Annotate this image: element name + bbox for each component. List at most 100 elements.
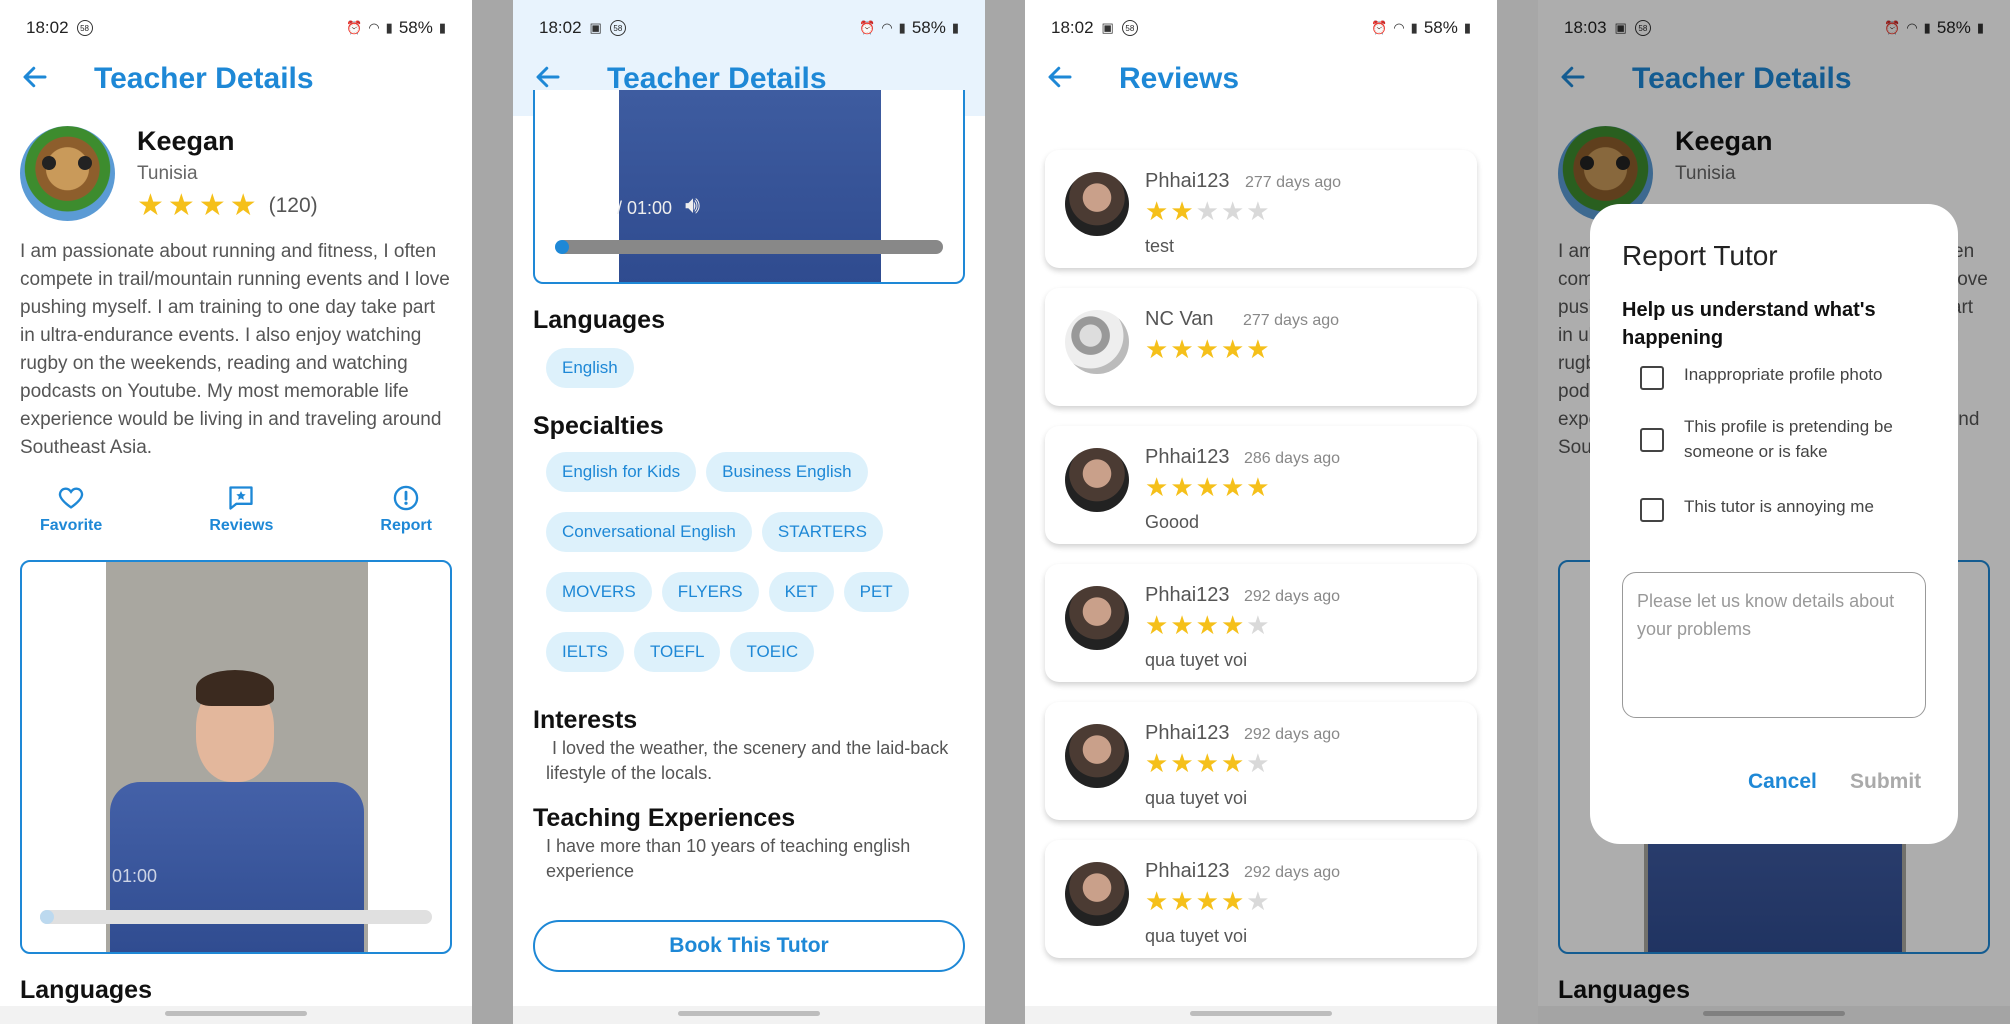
dialog-subtitle: Help us understand what's happening [1622, 299, 1876, 349]
status-bar: 18:02 58 ⏰ ◠ ▮ 58% ▮ [0, 0, 472, 56]
battery-icon: ▮ [951, 20, 959, 35]
video-progress-track[interactable] [557, 240, 943, 254]
video-progress-track[interactable] [40, 910, 432, 924]
screen-reviews: 18:02 ▣ 58 ⏰ ◠ ▮ 58% ▮ Reviews Phhai123 277 day… [1025, 0, 1497, 1024]
option-label: Inappropriate profile photo [1684, 365, 1883, 384]
signal-icon: ▮ [898, 20, 906, 35]
star-icon: ★ [1195, 472, 1219, 502]
report-details-input[interactable]: Please let us know details about your pr… [1622, 572, 1926, 718]
teacher-name: Keegan [137, 126, 235, 156]
review-card: Phhai123 277 days ago ★ ★ ★ ★ ★ test [1045, 150, 1477, 268]
star-icon: ★ [198, 189, 226, 222]
battery-percent: 58% [1423, 18, 1458, 37]
video-player[interactable]: / 01:00 🔊︎ [533, 90, 965, 284]
video-progress-thumb[interactable] [555, 240, 569, 254]
review-stars: ★ ★ ★ ★ ★ [1145, 888, 1270, 914]
star-icon: ★ [1170, 472, 1194, 502]
star-icon: ★ [1220, 196, 1245, 226]
page-title: Teacher Details [607, 62, 827, 95]
review-text: qua tuyet voi [1145, 926, 1248, 946]
specialty-chip: MOVERS [546, 572, 652, 612]
star-icon: ★ [1220, 748, 1245, 778]
review-text: qua tuyet voi [1145, 788, 1248, 808]
review-card: Phhai123 286 days ago ★ ★ ★ ★ ★ Goood [1045, 426, 1477, 544]
checkbox[interactable] [1640, 498, 1664, 522]
video-player[interactable]: 01:00 [20, 560, 452, 954]
star-icon: ★ [1145, 886, 1169, 916]
star-icon: ★ [229, 189, 257, 222]
volume-icon[interactable]: 🔊︎ [685, 192, 700, 220]
book-tutor-button[interactable]: Book This Tutor [533, 920, 965, 972]
specialty-chip: TOEIC [730, 632, 815, 672]
report-button[interactable]: Report [380, 484, 432, 535]
submit-button[interactable]: Submit [1850, 770, 1921, 794]
review-card: Phhai123 292 days ago ★ ★ ★ ★ ★ qua tuyet voi [1045, 840, 1477, 958]
video-progress-thumb[interactable] [40, 910, 54, 924]
report-option-annoying[interactable]: This tutor is annoying me [1640, 494, 1934, 522]
arrow-left-icon [536, 66, 560, 88]
report-option-inappropriate-photo[interactable]: Inappropriate profile photo [1640, 362, 1934, 390]
specialty-chip: TOEFL [633, 632, 721, 672]
review-text: Goood [1145, 512, 1200, 532]
star-icon: ★ [1170, 196, 1194, 226]
page-title: Reviews [1119, 62, 1240, 95]
review-text: test [1145, 236, 1175, 256]
star-icon: ★ [1246, 748, 1270, 778]
experience-heading: Teaching Experiences [533, 804, 796, 832]
wifi-icon: ◠ [368, 20, 380, 35]
star-icon: ★ [1195, 610, 1219, 640]
specialties-list: English for Kids Business English Conver… [546, 452, 966, 672]
avatar [20, 126, 115, 221]
reviewer-name: Phhai123 [1145, 446, 1230, 468]
checkbox[interactable] [1640, 428, 1664, 452]
wifi-icon: ◠ [881, 20, 893, 35]
arrow-left-icon [1048, 66, 1072, 88]
interests-text: I loved the weather, the scenery and the… [546, 738, 949, 783]
back-button[interactable] [533, 62, 567, 96]
review-card: Phhai123 292 days ago ★ ★ ★ ★ ★ qua tuyet voi [1045, 564, 1477, 682]
alarm-icon: ⏰ [1371, 20, 1388, 35]
favorite-button[interactable]: Favorite [40, 484, 102, 535]
back-button[interactable] [1045, 62, 1079, 96]
reviews-label: Reviews [209, 517, 274, 534]
video-time: 01:00 [112, 866, 158, 886]
battery-percent: 58% [398, 18, 433, 37]
back-button[interactable] [20, 62, 54, 96]
review-stars: ★ ★ ★ ★ ★ [1145, 336, 1270, 362]
teacher-bio: I am passionate about running and fitnes… [20, 241, 450, 458]
wifi-icon: ◠ [1393, 20, 1405, 35]
star-icon: ★ [1246, 472, 1270, 502]
reviewer-avatar [1065, 310, 1129, 374]
signal-icon: ▮ [385, 20, 393, 35]
teacher-header: Keegan Tunisia ★ ★ ★ ★ (120) [20, 126, 318, 221]
reviewer-avatar [1065, 724, 1129, 788]
report-dialog: Report Tutor Help us understand what's h… [1590, 204, 1958, 844]
language-chip: English [546, 348, 634, 388]
checkbox[interactable] [1640, 366, 1664, 390]
review-date: 277 days ago [1243, 312, 1340, 329]
review-stars: ★ ★ ★ ★ ★ [1145, 474, 1270, 500]
reviewer-name: Phhai123 [1145, 860, 1230, 882]
specialties-heading: Specialties [533, 412, 664, 440]
status-time: 18:02 [26, 18, 69, 37]
home-indicator[interactable] [678, 1011, 820, 1016]
cancel-button[interactable]: Cancel [1748, 770, 1817, 794]
experience-text: I have more than 10 years of teaching en… [546, 836, 911, 881]
review-date: 286 days ago [1244, 450, 1341, 467]
battery-icon: ▮ [1463, 20, 1471, 35]
star-icon: ★ [1220, 886, 1245, 916]
home-indicator[interactable] [165, 1011, 307, 1016]
page-title: Teacher Details [94, 62, 314, 95]
screen-report-dialog: 18:03 ▣ 58 ⏰ ◠ ▮ 58% ▮ Teacher Details Keegan … [1538, 0, 2010, 1024]
home-indicator[interactable] [1190, 1011, 1332, 1016]
report-option-fake-profile[interactable]: This profile is pretending be someone or… [1640, 414, 1934, 464]
action-row: Favorite Reviews Report [20, 484, 452, 535]
reviews-button[interactable]: Reviews [209, 484, 273, 535]
star-icon: ★ [1170, 886, 1194, 916]
star-icon: ★ [1246, 196, 1270, 226]
option-label: This profile is pretending be someone or… [1684, 417, 1893, 461]
review-card: Phhai123 292 days ago ★ ★ ★ ★ ★ qua tuyet voi [1045, 702, 1477, 820]
reviewer-name: NC Van [1145, 308, 1214, 330]
specialty-chip: English for Kids [546, 452, 697, 492]
languages-heading: Languages [20, 976, 152, 1004]
